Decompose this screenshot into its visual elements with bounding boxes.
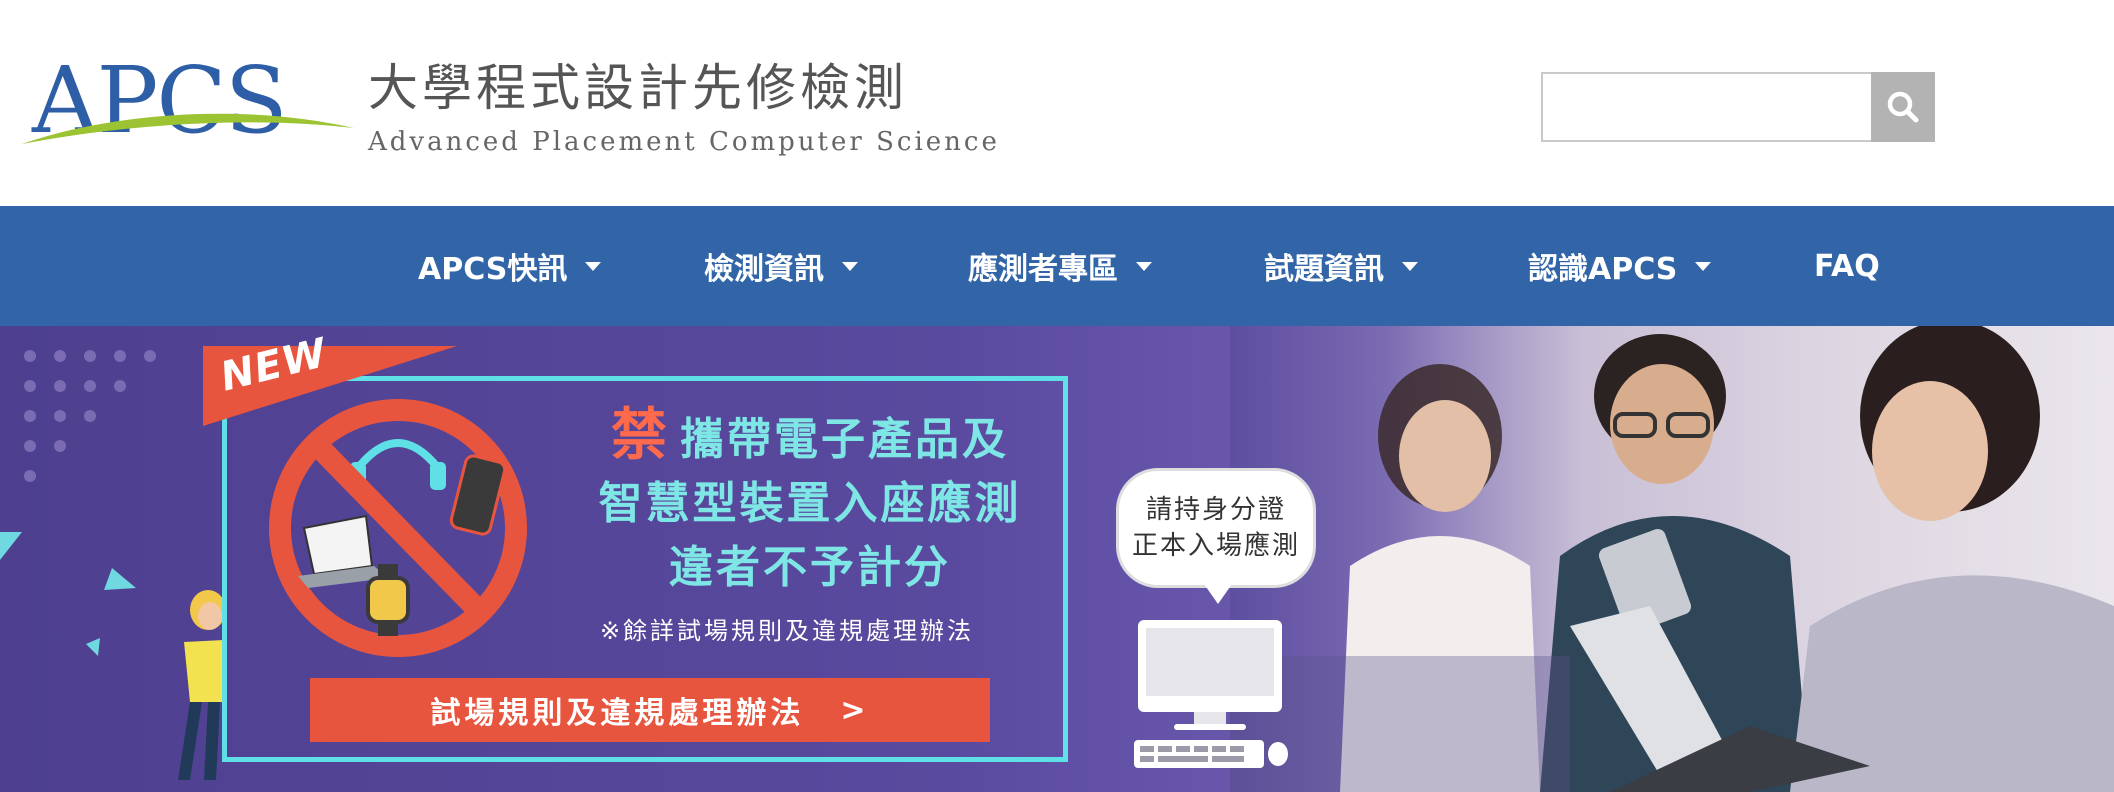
- search-button[interactable]: [1871, 72, 1935, 142]
- students-illustration: [1230, 326, 2114, 792]
- banner-headline: 禁攜帶電子產品及 智慧型裝置入座應測 違者不予計分: [560, 404, 1060, 600]
- banner-note: ※餘詳試場規則及違規處理辦法: [599, 617, 975, 645]
- search-box: [1541, 72, 1935, 142]
- nav-item-candidate-zone[interactable]: 應測者專區: [968, 206, 1152, 326]
- nav-item-label: 應測者專區: [968, 252, 1118, 287]
- ban-character: 禁: [611, 403, 670, 468]
- nav-item-label: FAQ: [1814, 248, 1880, 284]
- caret-down-icon: [1695, 261, 1712, 271]
- hero-banner[interactable]: NEW 禁攜帶電子產品及 智慧型裝置入座應測 違者不予計分 ※餘詳試場規則及違規…: [0, 326, 2114, 792]
- nav-item-label: 認識APCS: [1528, 252, 1678, 287]
- caret-down-icon: [1402, 261, 1418, 271]
- site-header: APCS 大學程式設計先修檢測 Advanced Placement Compu…: [0, 0, 2114, 206]
- caret-down-icon: [585, 261, 602, 271]
- headline-line-1: 禁攜帶電子產品及: [611, 403, 1009, 468]
- chevron-right-icon: >: [840, 692, 870, 728]
- main-nav: APCS快訊 檢測資訊 應測者專區 試題資訊 認識APCS FAQ: [0, 206, 2114, 326]
- bubble-line-2: 正本入場應測: [1131, 531, 1300, 561]
- nav-item-apcs-news[interactable]: APCS快訊: [418, 206, 602, 326]
- id-reminder-bubble: 請持身分證 正本入場應測: [1116, 468, 1316, 588]
- nav-item-about-apcs[interactable]: 認識APCS: [1528, 206, 1712, 326]
- site-brand: 大學程式設計先修檢測 Advanced Placement Computer S…: [368, 58, 1000, 162]
- svg-text:APCS: APCS: [31, 47, 286, 154]
- no-devices-icon: [269, 399, 527, 657]
- nav-item-label: APCS快訊: [418, 252, 568, 287]
- nav-item-faq[interactable]: FAQ: [1814, 206, 1880, 326]
- headline-line-2: 智慧型裝置入座應測: [598, 478, 1022, 529]
- brand-title-en: Advanced Placement Computer Science: [368, 127, 1000, 157]
- students-photo: [1230, 326, 2114, 792]
- caret-down-icon: [1136, 261, 1152, 271]
- nav-item-label: 試題資訊: [1264, 252, 1384, 287]
- caret-down-icon: [842, 261, 858, 271]
- nav-item-question-info[interactable]: 試題資訊: [1264, 206, 1418, 326]
- rules-button-label: 試場規則及違規處理辦法: [430, 696, 805, 731]
- apcs-logo-graphic: APCS: [22, 47, 354, 154]
- search-input[interactable]: [1541, 72, 1871, 142]
- apcs-logo[interactable]: APCS: [18, 44, 358, 154]
- bubble-line-1: 請持身分證: [1145, 495, 1286, 525]
- search-icon: [1887, 91, 1919, 123]
- nav-item-exam-info[interactable]: 檢測資訊: [704, 206, 858, 326]
- brand-title-zh: 大學程式設計先修檢測: [368, 59, 908, 117]
- bubble-tail: [1204, 584, 1232, 604]
- desktop-computer-icon: [1134, 620, 1288, 768]
- rules-button[interactable]: 試場規則及違規處理辦法 >: [310, 678, 990, 742]
- headline-line-3: 違者不予計分: [669, 542, 951, 593]
- nav-item-label: 檢測資訊: [704, 252, 824, 287]
